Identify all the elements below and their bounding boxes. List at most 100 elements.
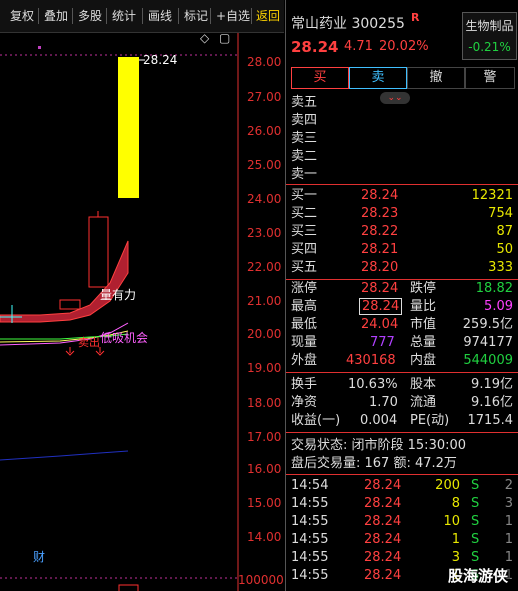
- axis-tick: 27.00: [247, 90, 282, 104]
- buy-level-1-vol: 12321: [471, 188, 513, 203]
- expand-chevron-icon[interactable]: ⌄⌄: [380, 92, 410, 104]
- stat-nav-label: 净资: [291, 395, 318, 410]
- stat-turnover-label: 换手: [291, 377, 318, 392]
- trade-price: 28.24: [364, 568, 402, 583]
- stat-shares-label: 股本: [410, 377, 437, 392]
- sell-level-2: 卖二: [291, 149, 318, 164]
- stat-low-label: 最低: [291, 317, 318, 332]
- toolbar-overlay-button[interactable]: 叠加: [42, 6, 70, 26]
- stat-limit-down-value: 18.82: [475, 281, 513, 296]
- trade-price: 28.24: [364, 496, 402, 511]
- annotation-vol-power: 量有力: [100, 288, 137, 302]
- trade-side: S: [471, 532, 480, 547]
- trade-status: 交易状态: 闭市阶段 15:30:00: [291, 438, 467, 453]
- axis-tick: 26.00: [247, 124, 282, 138]
- alert-button[interactable]: 警: [465, 67, 515, 89]
- buy-level-5-label: 买五: [291, 260, 318, 275]
- buy-button[interactable]: 买: [291, 67, 349, 89]
- high-price-label: 28.24: [143, 53, 178, 67]
- signal-arrow: [65, 347, 75, 356]
- toolbar-divider: [72, 8, 73, 24]
- trade-count: 3: [504, 496, 513, 511]
- buy-level-1-price: 28.24: [361, 188, 399, 203]
- price-change-pct: 20.02%: [379, 39, 429, 54]
- trade-vol: 8: [451, 496, 460, 511]
- toolbar-divider: [210, 8, 211, 24]
- current-price: 28.24: [291, 38, 339, 56]
- axis-tick: 16.00: [247, 462, 282, 476]
- trade-count: 1: [504, 532, 513, 547]
- stat-outer-label: 外盘: [291, 353, 318, 368]
- stat-low-value: 24.04: [361, 317, 399, 332]
- buy-level-2-vol: 754: [488, 206, 513, 221]
- sell-level-5: 卖五: [291, 95, 318, 110]
- axis-tick: 14.00: [247, 530, 282, 544]
- toolbar-multi-stock-button[interactable]: 多股: [76, 6, 104, 26]
- axis-tick: 19.00: [247, 361, 282, 375]
- buy-level-4-vol: 50: [496, 242, 513, 257]
- stat-vol-ratio-value: 5.09: [484, 299, 513, 314]
- toolbar-divider: [38, 8, 39, 24]
- toolbar-mark-button[interactable]: 标记: [182, 6, 210, 26]
- stat-total-vol-value: 974177: [463, 335, 513, 350]
- toolbar-divider: [106, 8, 107, 24]
- axis-tick: 25.00: [247, 158, 282, 172]
- sector-box[interactable]: 生物制品 -0.21%: [462, 12, 517, 60]
- stat-float-value: 9.16亿: [471, 395, 513, 410]
- stock-name-code: 常山药业 300255: [291, 16, 405, 32]
- sell-level-4: 卖四: [291, 113, 318, 128]
- axis-tick: 24.00: [247, 192, 282, 206]
- stat-limit-up-label: 涨停: [291, 281, 318, 296]
- buy-level-3-label: 买三: [291, 224, 318, 239]
- trades-divider: [286, 474, 518, 475]
- buy-level-3-price: 28.22: [361, 224, 399, 239]
- stat-nav-value: 1.70: [369, 395, 398, 410]
- trade-time: 14:55: [291, 550, 329, 565]
- pin-icon[interactable]: ▢: [219, 31, 230, 45]
- toolbar-add-watchlist-button[interactable]: +自选: [214, 6, 252, 26]
- cancel-order-button[interactable]: 撤: [407, 67, 465, 89]
- stat-cur-vol-label: 现量: [291, 335, 318, 350]
- trade-price: 28.24: [364, 478, 402, 493]
- trade-time: 14:54: [291, 478, 329, 493]
- ma-line-blue: [0, 450, 129, 461]
- stat-turnover-value: 10.63%: [348, 377, 398, 392]
- toolbar-statistics-button[interactable]: 统计: [110, 6, 138, 26]
- stat-pe-value: 1715.4: [467, 413, 514, 428]
- price-change: 4.71: [344, 39, 373, 54]
- axis-tick: 28.00: [247, 55, 282, 69]
- toolbar-divider: [251, 8, 252, 24]
- orderbook-divider: [286, 184, 518, 185]
- sell-button[interactable]: 卖: [349, 67, 407, 89]
- stat-mktcap-value: 259.5亿: [462, 317, 513, 332]
- stat-eps-value: 0.004: [360, 413, 398, 428]
- trade-vol: 10: [443, 514, 460, 529]
- after-hours-volume: 盘后交易量: 167 额: 47.2万: [291, 456, 457, 471]
- axis-tick: 23.00: [247, 226, 282, 240]
- sell-level-1: 卖一: [291, 167, 318, 182]
- toolbar-draw-line-button[interactable]: 画线: [146, 6, 174, 26]
- small-red-candle: [59, 299, 81, 310]
- axis-tick: 20.00: [247, 327, 282, 341]
- toolbar-back-button[interactable]: 返回: [254, 6, 282, 26]
- diamond-icon[interactable]: ◇: [200, 31, 209, 45]
- trade-price: 28.24: [364, 532, 402, 547]
- limit-up-candle: [118, 57, 139, 198]
- annotation-sell: 卖出: [78, 336, 100, 349]
- status-divider: [286, 432, 518, 433]
- trade-vol: 1: [451, 532, 460, 547]
- sector-name: 生物制品: [465, 19, 514, 33]
- finance-marker[interactable]: 财: [33, 548, 45, 565]
- toolbar-divider: [142, 8, 143, 24]
- stat-mktcap-label: 市值: [410, 317, 437, 332]
- stat-limit-down-label: 跌停: [410, 281, 437, 296]
- axis-tick: 21.00: [247, 294, 282, 308]
- kline-chart[interactable]: ◇ ▢ 28.24 量有力 低吸机会 卖出 财: [0, 31, 284, 591]
- trade-side: S: [471, 496, 480, 511]
- stat-cur-vol-value: 777: [370, 335, 395, 350]
- trade-price: 28.24: [364, 514, 402, 529]
- toolbar-fuquan-button[interactable]: 复权: [8, 6, 36, 26]
- buy-level-2-price: 28.23: [361, 206, 399, 221]
- trade-time: 14:55: [291, 568, 329, 583]
- buy-level-4-price: 28.21: [361, 242, 399, 257]
